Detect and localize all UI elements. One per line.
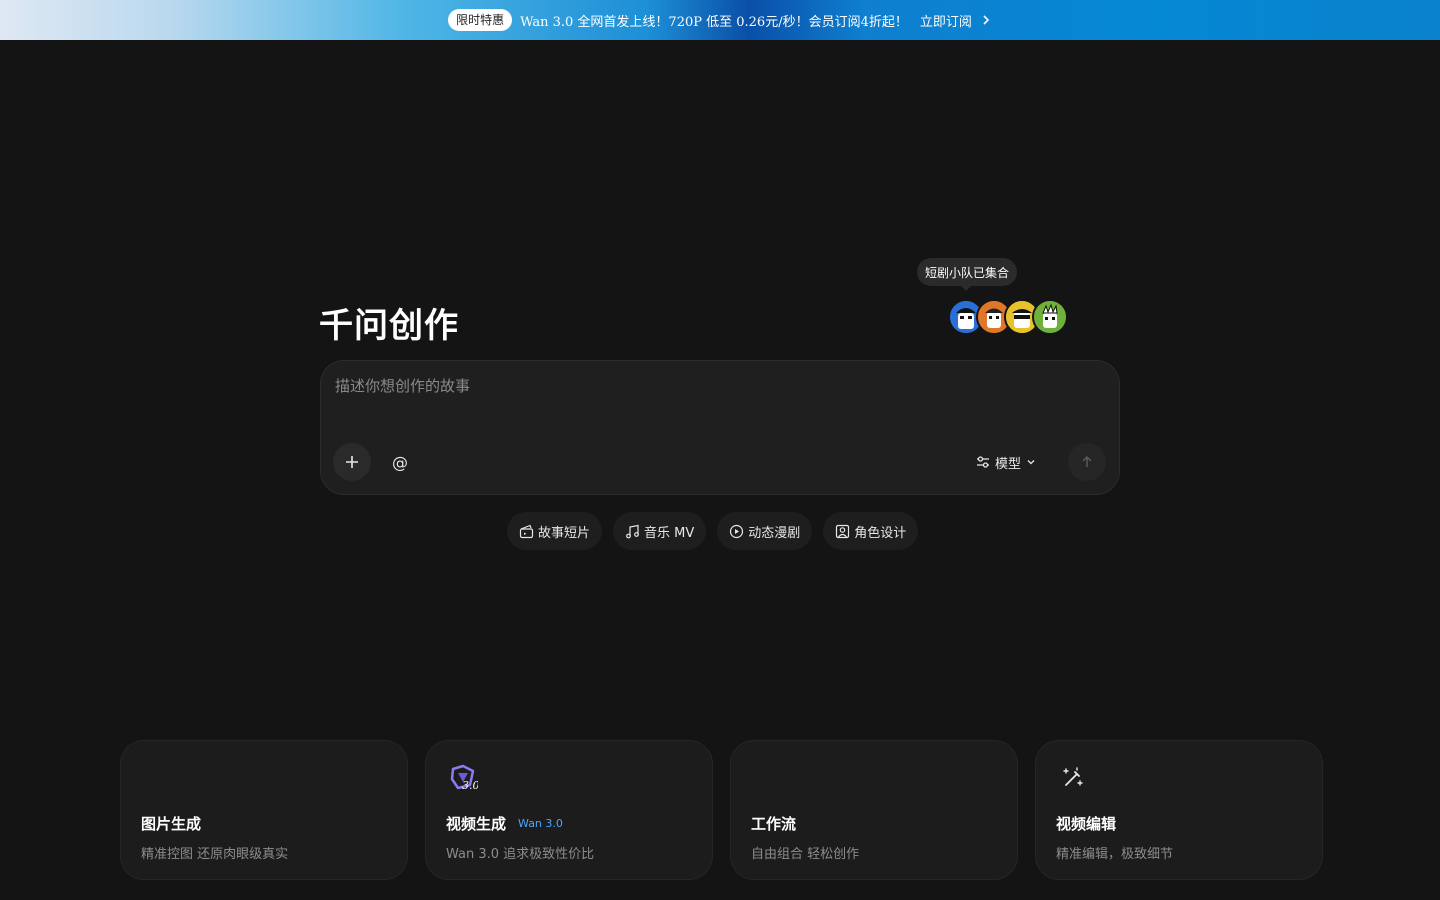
story-input[interactable]: [335, 375, 1105, 435]
quick-chips: 故事短片 音乐 MV 动态漫剧 角色设计: [507, 512, 919, 550]
chip-story-short[interactable]: 故事短片: [507, 512, 603, 550]
feature-cards: 图片生成 精准控图 还原肉眼级真实 3.0 视频生成 Wan 3.0 Wan 3…: [120, 740, 1323, 880]
card-description: Wan 3.0 追求极致性价比: [446, 847, 595, 862]
chip-motion-comic[interactable]: 动态漫剧: [717, 512, 813, 550]
film-clapper-icon: [519, 524, 534, 538]
magic-wand-icon: [1058, 763, 1088, 793]
svg-text:3.0: 3.0: [462, 779, 478, 792]
chip-label: 角色设计: [854, 525, 907, 541]
card-title: 图片生成: [141, 815, 202, 833]
promo-link[interactable]: 限时特惠 Wan 3.0 全网首发上线！720P 低至 0.26元/秒！会员订阅…: [448, 9, 992, 31]
chip-label: 音乐 MV: [644, 525, 695, 541]
arrow-up-icon: [1082, 455, 1092, 467]
promo-badge: 限时特惠: [448, 9, 513, 31]
portrait-icon: [836, 524, 850, 538]
model-label: 模型: [995, 456, 1022, 472]
version-tag: Wan 3.0: [518, 817, 563, 830]
subscribe-link[interactable]: 立即订阅: [920, 11, 972, 30]
squad-tooltip: 短剧小队已集合: [917, 258, 1018, 291]
chip-label: 动态漫剧: [748, 525, 801, 541]
card-description: 自由组合 轻松创作: [751, 847, 860, 862]
card-video-generation[interactable]: 3.0 视频生成 Wan 3.0 Wan 3.0 追求极致性价比: [425, 740, 713, 880]
wan-3-logo-icon: 3.0: [448, 763, 478, 793]
card-title: 工作流: [751, 815, 797, 833]
send-button[interactable]: [1068, 443, 1106, 481]
music-note-icon: [626, 524, 639, 538]
card-video-editing[interactable]: 视频编辑 精准编辑，极致细节: [1035, 740, 1323, 880]
character-face-icon: [1034, 301, 1066, 333]
mention-button[interactable]: @: [383, 443, 417, 481]
card-description: 精准编辑，极致细节: [1056, 847, 1174, 862]
prompt-box: @ 模型: [320, 360, 1120, 495]
plus-icon: [346, 456, 358, 468]
card-title: 视频生成: [446, 815, 507, 833]
sliders-icon: [977, 456, 989, 468]
promo-banner: 限时特惠 Wan 3.0 全网首发上线！720P 低至 0.26元/秒！会员订阅…: [0, 0, 1440, 40]
page-title: 千问创作: [319, 306, 459, 346]
chip-character-design[interactable]: 角色设计: [823, 512, 919, 550]
chip-music-mv[interactable]: 音乐 MV: [613, 512, 707, 550]
play-circle-icon: [730, 524, 744, 538]
chevron-right-icon: [980, 14, 992, 26]
chip-label: 故事短片: [538, 525, 591, 541]
card-title: 视频编辑: [1056, 815, 1117, 833]
chevron-down-icon: [1027, 460, 1035, 465]
squad-avatars[interactable]: [948, 299, 1068, 335]
model-selector[interactable]: 模型: [976, 447, 1036, 477]
card-description: 精准控图 还原肉眼级真实: [141, 847, 289, 862]
promo-text: Wan 3.0 全网首发上线！720P 低至 0.26元/秒！会员订阅4折起！: [520, 14, 908, 30]
avatar[interactable]: [1032, 299, 1068, 335]
card-workflow[interactable]: 工作流 自由组合 轻松创作: [730, 740, 1018, 880]
card-image-generation[interactable]: 图片生成 精准控图 还原肉眼级真实: [120, 740, 408, 880]
add-attachment-button[interactable]: [333, 443, 371, 481]
